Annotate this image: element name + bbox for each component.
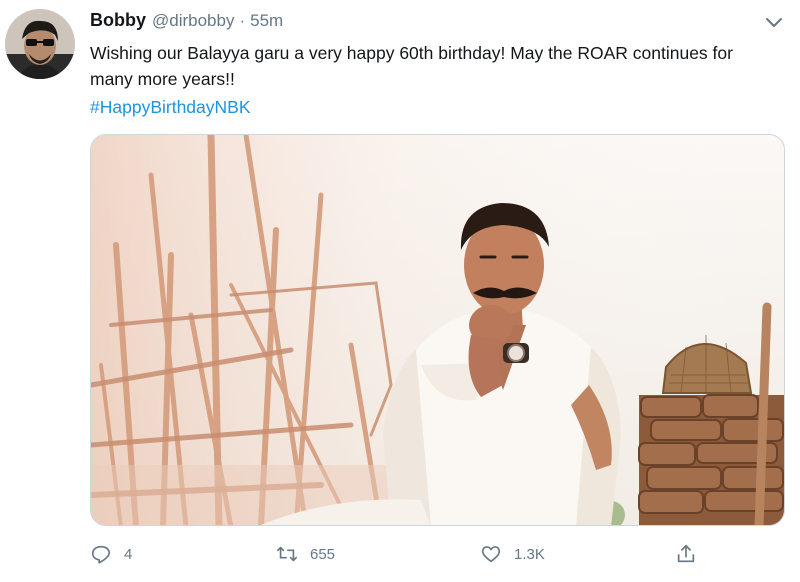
like-count: 1.3K	[514, 545, 545, 563]
chevron-down-icon	[766, 18, 782, 27]
reply-count: 4	[124, 545, 133, 563]
retweet-button[interactable]: 655	[276, 536, 335, 572]
author-handle[interactable]: @dirbobby	[152, 11, 234, 31]
like-button[interactable]: 1.3K	[480, 536, 545, 572]
tweet-header: Bobby @dirbobby · 55m	[90, 10, 283, 34]
tweet-menu-button[interactable]	[762, 10, 786, 34]
media-photo	[91, 135, 784, 525]
avatar[interactable]	[5, 9, 75, 79]
reply-icon	[91, 545, 111, 564]
tweet-actions: 4 655 1.3K	[90, 536, 710, 572]
tweet-media[interactable]	[90, 134, 785, 526]
author-name[interactable]: Bobby	[90, 10, 146, 31]
avatar-image	[5, 9, 75, 79]
share-button[interactable]	[675, 536, 697, 572]
tweet-card[interactable]: Bobby @dirbobby · 55m Wishing our Balayy…	[0, 0, 800, 582]
retweet-count: 655	[310, 545, 336, 563]
heart-icon	[481, 546, 501, 563]
tweet-text: Wishing our Balayya garu a very happy 60…	[90, 43, 733, 89]
hashtag-link[interactable]: #HappyBirthdayNBK	[90, 94, 251, 120]
reply-button[interactable]: 4	[90, 536, 132, 572]
retweet-icon	[277, 546, 297, 562]
share-icon	[677, 544, 695, 563]
timestamp[interactable]: 55m	[250, 11, 283, 31]
separator-dot: ·	[239, 11, 246, 30]
